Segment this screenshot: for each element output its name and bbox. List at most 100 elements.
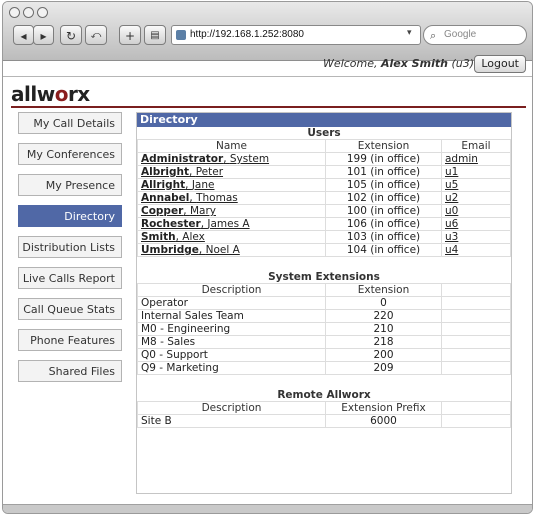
user-extension: (u3) [451, 57, 474, 70]
logo-text-part1: allw [11, 82, 55, 106]
sidebar-item-call-queue-stats[interactable]: Call Queue Stats [18, 298, 122, 320]
url-text: http://192.168.1.252:8080 [190, 29, 304, 40]
user-last-name: Smith [141, 231, 176, 243]
user-email-link[interactable]: u5 [445, 179, 458, 191]
system-extension-row: Q0 - Support 200 [137, 348, 511, 362]
user-name-link[interactable]: Allright, Jane [141, 179, 214, 191]
search-field[interactable]: ⌕ Google [423, 25, 527, 45]
system-extension-cell: 209 [325, 361, 442, 375]
add-bookmark-button[interactable]: + [119, 25, 141, 45]
user-email-link[interactable]: u1 [445, 166, 458, 178]
system-description-cell: Internal Sales Team [137, 309, 326, 323]
sidebar-item-phone-features[interactable]: Phone Features [18, 329, 122, 351]
sidebar-item-distribution-lists[interactable]: Distribution Lists [18, 236, 122, 258]
sidebar-item-directory[interactable]: Directory [18, 205, 122, 227]
user-name-cell: Allright, Jane [137, 178, 326, 192]
user-email-cell: admin [441, 152, 511, 166]
user-extension-cell: 103 (in office) [325, 230, 442, 244]
system-empty-cell [441, 348, 511, 362]
system-extension-cell: 200 [325, 348, 442, 362]
sidebar-item-live-calls-report[interactable]: Live Calls Report [18, 267, 122, 289]
user-name-link[interactable]: Albright, Peter [141, 166, 223, 178]
user-name-link[interactable]: Rochester, James A [141, 218, 250, 230]
welcome-bar: Welcome, Alex Smith (u3) Logout [3, 54, 532, 74]
system-extension-cell: 0 [325, 296, 442, 310]
system-extension-cell: 210 [325, 322, 442, 336]
user-name-link[interactable]: Administrator, System [141, 153, 269, 165]
forward-button[interactable]: ▸ [33, 25, 54, 45]
remote-header-extension-prefix: Extension Prefix [325, 401, 442, 415]
welcome-text: Welcome, Alex Smith (u3) [323, 57, 474, 70]
user-email-link[interactable]: u2 [445, 192, 458, 204]
user-email-link[interactable]: u4 [445, 244, 458, 256]
user-first-name: Peter [195, 166, 224, 178]
address-bar[interactable]: http://192.168.1.252:8080 [171, 25, 421, 45]
remote-prefix-cell: 6000 [325, 414, 442, 428]
users-header-name: Name [137, 139, 326, 153]
user-name-link[interactable]: Copper, Mary [141, 205, 216, 217]
system-empty-cell [441, 309, 511, 323]
user-last-name: Albright [141, 166, 190, 178]
section-spacer [138, 375, 511, 390]
user-name: Alex Smith [381, 57, 448, 70]
directory-panel: Directory Users Name Extension Email Adm… [136, 112, 512, 494]
user-email-link[interactable]: admin [445, 153, 478, 165]
user-row: Umbridge, Noel A 104 (in office) u4 [137, 243, 511, 257]
sidebar-item-shared-files[interactable]: Shared Files [18, 360, 122, 382]
user-extension-cell: 100 (in office) [325, 204, 442, 218]
user-email-link[interactable]: u0 [445, 205, 458, 217]
user-email-link[interactable]: u6 [445, 218, 458, 230]
sidebar-item-my-conferences[interactable]: My Conferences [18, 143, 122, 165]
user-extension-cell: 101 (in office) [325, 165, 442, 179]
user-row: Annabel, Thomas 102 (in office) u2 [137, 191, 511, 205]
user-name-link[interactable]: Annabel, Thomas [141, 192, 238, 204]
sidebar-item-my-presence[interactable]: My Presence [18, 174, 122, 196]
system-header-empty [441, 283, 511, 297]
site-favicon-icon [176, 30, 186, 40]
user-first-name: Noel A [205, 244, 240, 256]
user-name-cell: Albright, Peter [137, 165, 326, 179]
user-name-link[interactable]: Smith, Alex [141, 231, 205, 243]
directory-table: Users Name Extension Email Administrator… [137, 127, 511, 428]
system-extension-cell: 218 [325, 335, 442, 349]
logout-button[interactable]: Logout [474, 55, 526, 73]
user-name-link[interactable]: Umbridge, Noel A [141, 244, 240, 256]
system-description-cell: M0 - Engineering [137, 322, 326, 336]
system-extension-row: M8 - Sales 218 [137, 335, 511, 349]
snapback-button[interactable]: ⤺ [85, 25, 107, 45]
sidebar: My Call Details My Conferences My Presen… [18, 112, 122, 391]
user-email-cell: u3 [441, 230, 511, 244]
user-name-cell: Smith, Alex [137, 230, 326, 244]
search-placeholder: Google [444, 29, 477, 40]
close-window-icon[interactable] [9, 7, 20, 18]
search-icon: ⌕ [430, 30, 437, 42]
remote-header-empty [441, 401, 511, 415]
user-extension-cell: 199 (in office) [325, 152, 442, 166]
system-description-cell: M8 - Sales [137, 335, 326, 349]
user-extension-cell: 105 (in office) [325, 178, 442, 192]
system-empty-cell [441, 322, 511, 336]
print-button[interactable]: ▤ [144, 25, 166, 45]
browser-window: ◂ ▸ ↻ ⤺ + ▤ http://192.168.1.252:8080 ▾ … [2, 1, 533, 514]
system-description-cell: Q9 - Marketing [137, 361, 326, 375]
user-last-name: Administrator [141, 153, 224, 165]
zoom-window-icon[interactable] [37, 7, 48, 18]
reload-button[interactable]: ↻ [60, 25, 82, 45]
user-extension-cell: 102 (in office) [325, 191, 442, 205]
sidebar-item-my-call-details[interactable]: My Call Details [18, 112, 122, 134]
user-last-name: Allright [141, 179, 186, 191]
user-name-cell: Administrator, System [137, 152, 326, 166]
user-first-name: Thomas [196, 192, 238, 204]
user-first-name: Alex [182, 231, 205, 243]
system-empty-cell [441, 361, 511, 375]
user-email-link[interactable]: u3 [445, 231, 458, 243]
back-button[interactable]: ◂ [13, 25, 34, 45]
users-header-extension: Extension [325, 139, 442, 153]
remote-allworx-row: Site B 6000 [137, 414, 511, 428]
user-row: Allright, Jane 105 (in office) u5 [137, 178, 511, 192]
user-row: Administrator, System 199 (in office) admi… [137, 152, 511, 166]
welcome-prefix: Welcome, [323, 57, 378, 70]
url-dropdown-icon[interactable]: ▾ [407, 28, 412, 38]
minimize-window-icon[interactable] [23, 7, 34, 18]
system-description-cell: Operator [137, 296, 326, 310]
